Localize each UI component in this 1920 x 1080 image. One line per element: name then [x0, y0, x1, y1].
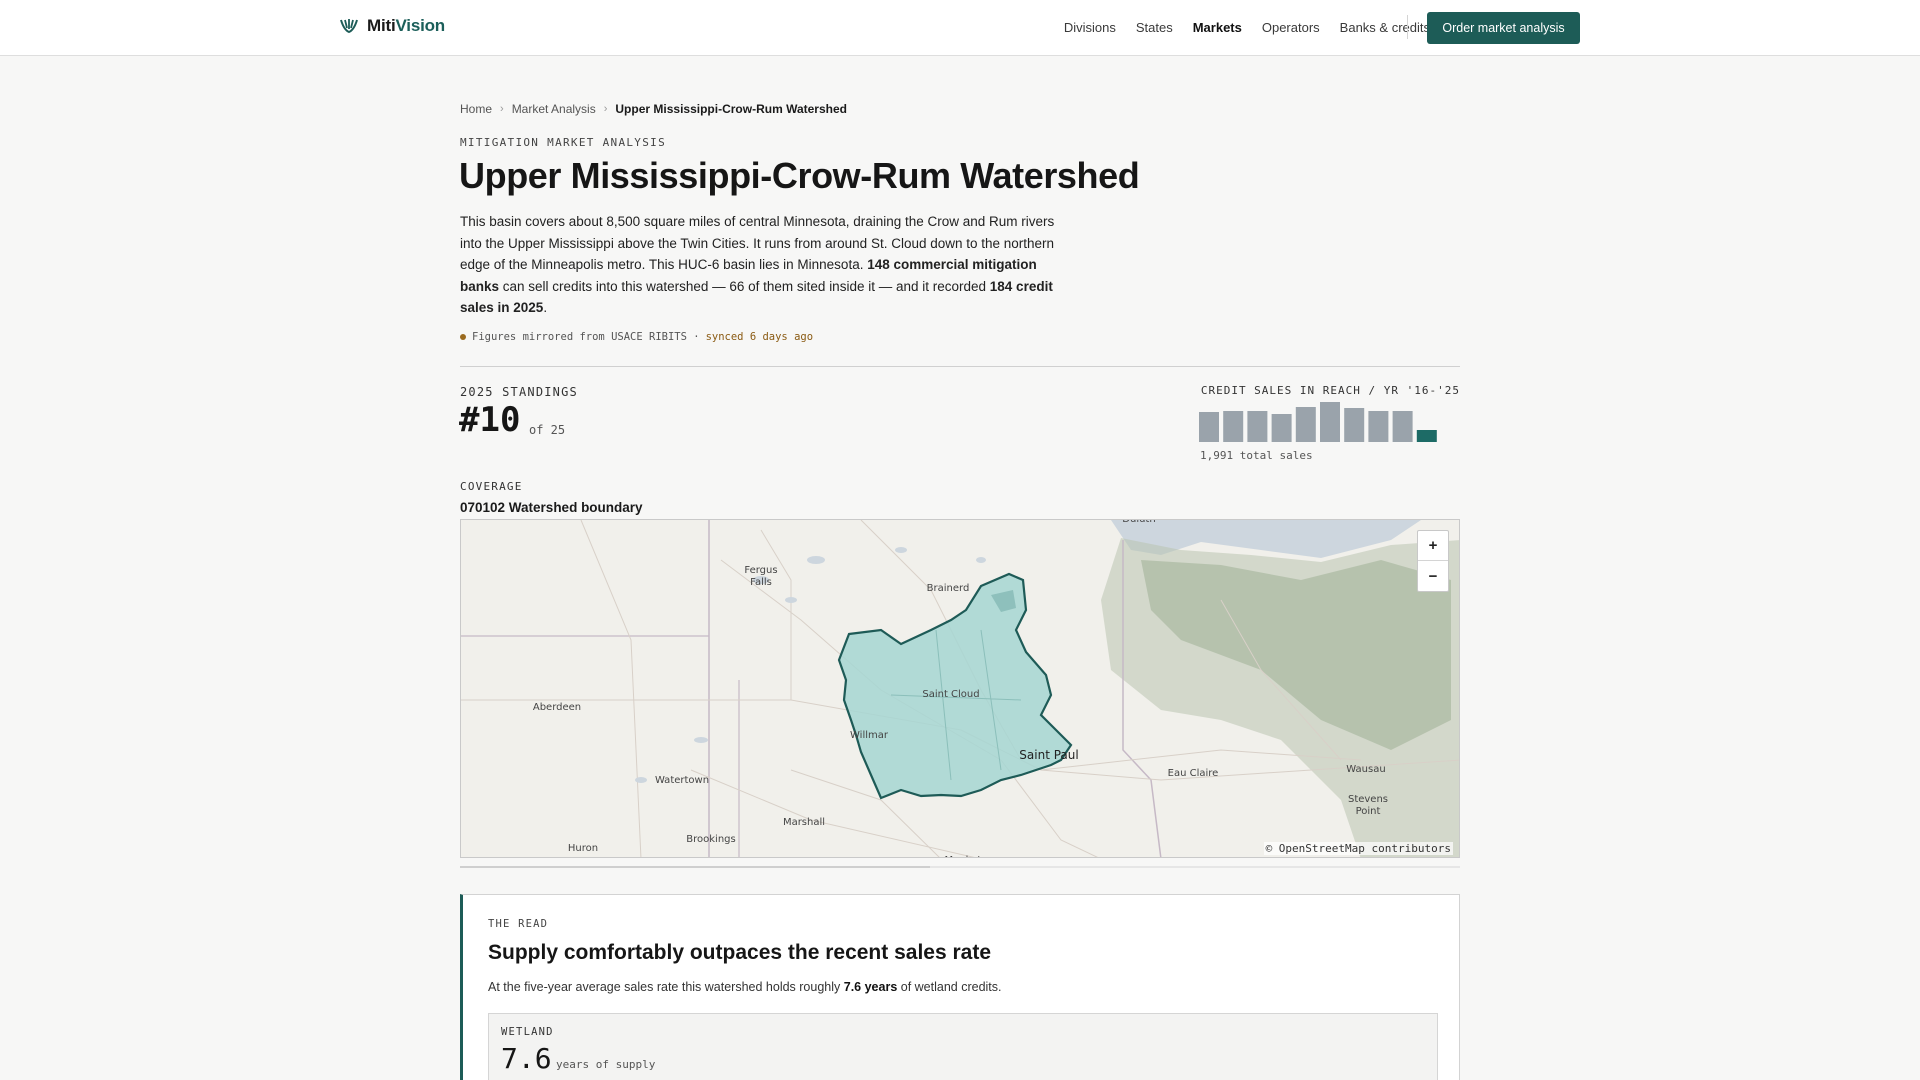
page-title: Upper Mississippi-Crow-Rum Watershed: [459, 155, 1140, 196]
sparkline-bar-2018: [1247, 411, 1268, 442]
brand-logo[interactable]: MitiVision: [340, 16, 445, 36]
sparkline-bar-2024: [1392, 411, 1413, 442]
svg-text:Marshall: Marshall: [783, 817, 825, 828]
zoom-in-button[interactable]: +: [1418, 531, 1448, 561]
svg-text:Brainerd: Brainerd: [927, 583, 970, 594]
svg-text:Aberdeen: Aberdeen: [533, 702, 581, 713]
scrollbar-thumb[interactable]: [460, 866, 930, 868]
sparkline-bar-2021: [1320, 402, 1340, 442]
svg-text:Eau Claire: Eau Claire: [1168, 768, 1219, 779]
standings-label: 2025 STANDINGS: [460, 385, 578, 399]
svg-text:Fergus: Fergus: [744, 565, 777, 576]
wetland-unit: years of supply: [556, 1058, 656, 1071]
read-eyebrow: THE READ: [488, 918, 549, 930]
sparkline-bar-2023: [1368, 411, 1389, 442]
sparkline-bar-2025: [1416, 430, 1437, 442]
read-title: Supply comfortably outpaces the recent s…: [488, 941, 991, 964]
sparkline-label: CREDIT SALES IN REACH / YR '16-'25: [1200, 384, 1460, 397]
page-description: This basin covers about 8,500 square mil…: [460, 214, 1055, 315]
zoom-out-button[interactable]: −: [1418, 561, 1448, 591]
nav-banks-credits[interactable]: Banks & credits: [1340, 20, 1430, 35]
nav-states[interactable]: States: [1136, 20, 1173, 35]
brand-name: MitiVision: [367, 16, 445, 35]
wetland-supply-card: WETLAND 7.6 years of supply: [488, 1013, 1438, 1080]
source-note: Figures mirrored from USACE RIBITS · syn…: [460, 331, 813, 343]
coverage-label: COVERAGE: [460, 480, 523, 493]
sparkline-bar-2017: [1223, 411, 1244, 442]
nav-divisions[interactable]: Divisions: [1064, 20, 1116, 35]
map-attribution[interactable]: © OpenStreetMap contributors: [1263, 842, 1453, 855]
coverage-value: 070102 Watershed boundary: [460, 500, 643, 515]
the-read-card: THE READ Supply comfortably outpaces the…: [460, 894, 1460, 1080]
watershed-map[interactable]: Fergus Falls Brainerd Aberdeen Saint Clo…: [460, 519, 1460, 858]
svg-text:Mankato: Mankato: [945, 855, 988, 858]
chevron-right-icon: ›: [603, 103, 608, 115]
nav-markets[interactable]: Markets: [1193, 20, 1242, 35]
svg-text:Brookings: Brookings: [686, 834, 735, 845]
svg-text:Wausau: Wausau: [1346, 764, 1385, 775]
map-canvas: Fergus Falls Brainerd Aberdeen Saint Clo…: [461, 520, 1459, 858]
page-eyebrow: MITIGATION MARKET ANALYSIS: [460, 136, 666, 149]
svg-text:Falls: Falls: [750, 577, 772, 588]
sparkline-bar-2020: [1295, 407, 1316, 442]
order-market-analysis-button[interactable]: Order market analysis: [1427, 12, 1580, 44]
sparkline-bar-2022: [1344, 408, 1365, 442]
breadcrumb-current: Upper Mississippi-Crow-Rum Watershed: [615, 102, 847, 116]
breadcrumb-market-analysis[interactable]: Market Analysis: [512, 102, 596, 116]
svg-text:Huron: Huron: [568, 843, 598, 854]
wetland-value: 7.6: [501, 1042, 552, 1075]
breadcrumb: Home › Market Analysis › Upper Mississip…: [460, 102, 847, 116]
svg-text:Point: Point: [1356, 806, 1381, 817]
sync-status: synced 6 days ago: [705, 331, 814, 343]
leaf-logo-icon: [340, 19, 358, 34]
svg-text:Duluth: Duluth: [1122, 520, 1155, 525]
breadcrumb-home[interactable]: Home: [460, 102, 492, 116]
sparkline-bar-2016: [1199, 412, 1219, 442]
svg-text:Watertown: Watertown: [655, 775, 709, 786]
nav-operators[interactable]: Operators: [1262, 20, 1320, 35]
wetland-label: WETLAND: [501, 1026, 554, 1038]
svg-text:Saint Paul: Saint Paul: [1019, 748, 1078, 762]
read-summary: At the five-year average sales rate this…: [488, 980, 1002, 994]
chevron-right-icon: ›: [500, 103, 504, 115]
sparkline-bar-2019: [1271, 414, 1292, 442]
top-navigation: MitiVision Divisions States Markets Oper…: [0, 0, 1920, 56]
status-dot-icon: [460, 334, 466, 340]
sparkline-total: 1,991 total sales: [1200, 449, 1313, 462]
svg-text:Willmar: Willmar: [850, 730, 889, 741]
nav-links: Divisions States Markets Operators Banks…: [1064, 20, 1430, 35]
svg-text:Stevens: Stevens: [1348, 794, 1388, 805]
nav-divider: [1407, 15, 1408, 39]
credit-sales-sparkline: [1199, 402, 1437, 442]
standings-of: of 25: [529, 423, 566, 437]
standings-rank: #10: [459, 400, 521, 440]
map-zoom-controls: + −: [1417, 530, 1449, 592]
svg-text:Saint Cloud: Saint Cloud: [922, 689, 979, 700]
section-divider: [460, 366, 1460, 367]
